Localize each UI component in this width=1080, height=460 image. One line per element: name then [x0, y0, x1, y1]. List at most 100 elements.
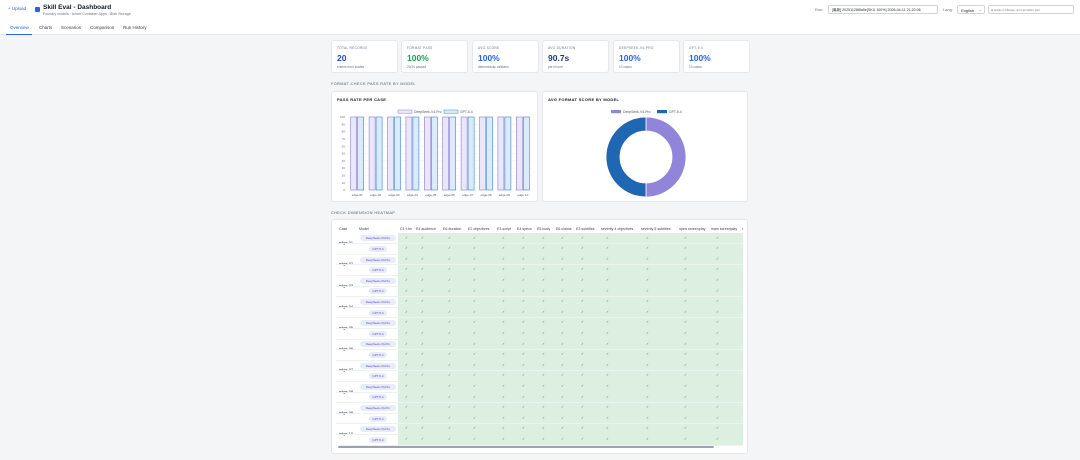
pass-check-icon: ✓	[421, 330, 425, 335]
pass-check-icon: ✓	[606, 256, 610, 261]
pass-check-icon: ✓	[502, 288, 506, 293]
pass-check-icon: ✓	[646, 436, 650, 441]
pass-check-icon: ✓	[522, 288, 526, 293]
tab-overview[interactable]: Overview	[10, 25, 29, 30]
bar	[497, 116, 505, 191]
pass-check-icon: ✓	[716, 383, 720, 388]
pass-check-icon: ✓	[502, 341, 506, 346]
pass-check-icon: ✓	[405, 288, 409, 293]
run-select[interactable]: [最新] 20251128f8a5e[SKU 100%] 2026-04-11 …	[828, 5, 938, 14]
lang-select-value: English	[961, 8, 975, 13]
pass-check-icon: ✓	[421, 309, 425, 314]
y-tick-label: 10	[342, 181, 346, 185]
pass-check-icon: ✓	[684, 288, 688, 293]
column-header[interactable]: severity 4 objectives	[601, 227, 633, 231]
pass-check-icon: ✓	[448, 426, 452, 431]
pass-check-icon: ✓	[646, 299, 650, 304]
pass-check-icon: ✓	[502, 394, 506, 399]
column-header[interactable]: E4 audience	[416, 227, 436, 231]
column-header[interactable]: severity 5 subtitles	[641, 227, 671, 231]
top-bar: + Upload Skill Eval - Dashboard Foundry …	[0, 0, 1080, 22]
column-header[interactable]: r	[742, 227, 743, 231]
pass-check-icon: ✓	[421, 405, 425, 410]
pass-check-icon: ✓	[405, 267, 409, 272]
tab-scenarios[interactable]: Scenarios	[61, 25, 81, 30]
pass-check-icon: ✓	[581, 373, 585, 378]
tab-charts[interactable]: Charts	[39, 25, 52, 30]
column-header[interactable]: E4 specs	[517, 227, 532, 231]
upload-button[interactable]: + Upload	[8, 6, 26, 11]
column-header[interactable]: open screenplay	[679, 227, 705, 231]
pass-check-icon: ✓	[448, 383, 452, 388]
pass-check-icon: ✓	[522, 405, 526, 410]
pass-check-icon: ✓	[606, 373, 610, 378]
pass-check-icon: ✓	[542, 405, 546, 410]
pass-check-icon: ✓	[561, 405, 565, 410]
column-header[interactable]: E3 script	[497, 227, 511, 231]
column-header[interactable]: main screenplay	[711, 227, 737, 231]
pass-check-icon: ✓	[502, 330, 506, 335]
pass-check-icon: ✓	[646, 362, 650, 367]
pass-check-icon: ✓	[405, 235, 409, 240]
pass-check-icon: ✓	[581, 330, 585, 335]
x-tick-label: edge-05	[425, 193, 436, 197]
pass-check-icon: ✓	[581, 256, 585, 261]
pass-check-icon: ✓	[448, 309, 452, 314]
model-badge: DeepSeek-V4-Pro	[360, 235, 396, 242]
pass-check-icon: ✓	[581, 246, 585, 251]
column-header[interactable]: Case	[339, 227, 347, 231]
tab-bar: Overview Charts Scenarios Comparison Run…	[0, 22, 1080, 35]
notice-banner: ⊞ results in Chinese, not in en before p…	[988, 5, 1074, 14]
notice-text: ⊞ results in Chinese, not in en before p…	[991, 9, 1040, 12]
pass-check-icon: ✓	[646, 405, 650, 410]
column-header[interactable]: E5 body	[537, 227, 550, 231]
tab-run-history[interactable]: Run History	[123, 25, 147, 30]
pass-check-icon: ✓	[561, 246, 565, 251]
pass-check-icon: ✓	[522, 436, 526, 441]
pass-check-icon: ✓	[502, 405, 506, 410]
bar	[479, 116, 486, 191]
pass-check-icon: ✓	[561, 256, 565, 261]
pass-check-icon: ✓	[716, 352, 720, 357]
column-header[interactable]: E6 duration	[443, 227, 461, 231]
pass-check-icon: ✓	[448, 405, 452, 410]
legend-label: GPT-5.4	[669, 110, 682, 114]
model-badge: DeepSeek-V4-Pro	[360, 404, 396, 411]
column-header[interactable]: E6 claims	[556, 227, 572, 231]
pass-check-icon: ✓	[405, 373, 409, 378]
pass-check-icon: ✓	[542, 426, 546, 431]
pass-check-icon: ✓	[542, 277, 546, 282]
pass-check-icon: ✓	[542, 256, 546, 261]
bar	[405, 116, 413, 191]
y-tick-label: 80	[342, 130, 346, 134]
pass-check-icon: ✓	[502, 309, 506, 314]
pass-check-icon: ✓	[473, 309, 477, 314]
pass-check-icon: ✓	[646, 373, 650, 378]
pass-check-icon: ✓	[473, 235, 477, 240]
bar-chart-card: PASS RATE PER CASE DeepSeek-V4-Pro GPT-5.…	[331, 91, 538, 202]
chevron-down-icon: ⌄	[978, 7, 982, 12]
donut-slice	[645, 116, 687, 198]
column-header[interactable]: C1 f-fm	[400, 227, 412, 231]
x-tick-label: edge-02	[370, 193, 381, 197]
pass-check-icon: ✓	[522, 267, 526, 272]
pass-check-icon: ✓	[646, 383, 650, 388]
pass-check-icon: ✓	[421, 383, 425, 388]
pass-check-icon: ✓	[606, 352, 610, 357]
bar	[504, 116, 512, 191]
pass-check-icon: ✓	[448, 320, 452, 325]
y-tick-label: 100	[340, 115, 345, 119]
horizontal-scrollbar[interactable]	[338, 446, 714, 448]
column-header[interactable]: E2 objectives	[468, 227, 489, 231]
lang-select[interactable]: English ⌄	[957, 5, 985, 14]
pass-check-icon: ✓	[502, 235, 506, 240]
pass-check-icon: ✓	[684, 415, 688, 420]
pass-check-icon: ✓	[473, 277, 477, 282]
column-header[interactable]: E3 subtitles	[576, 227, 595, 231]
pass-check-icon: ✓	[716, 373, 720, 378]
column-header[interactable]: Model	[359, 227, 369, 231]
pass-check-icon: ✓	[502, 256, 506, 261]
pass-check-icon: ✓	[581, 383, 585, 388]
pass-check-icon: ✓	[421, 246, 425, 251]
tab-comparison[interactable]: Comparison	[90, 25, 114, 30]
